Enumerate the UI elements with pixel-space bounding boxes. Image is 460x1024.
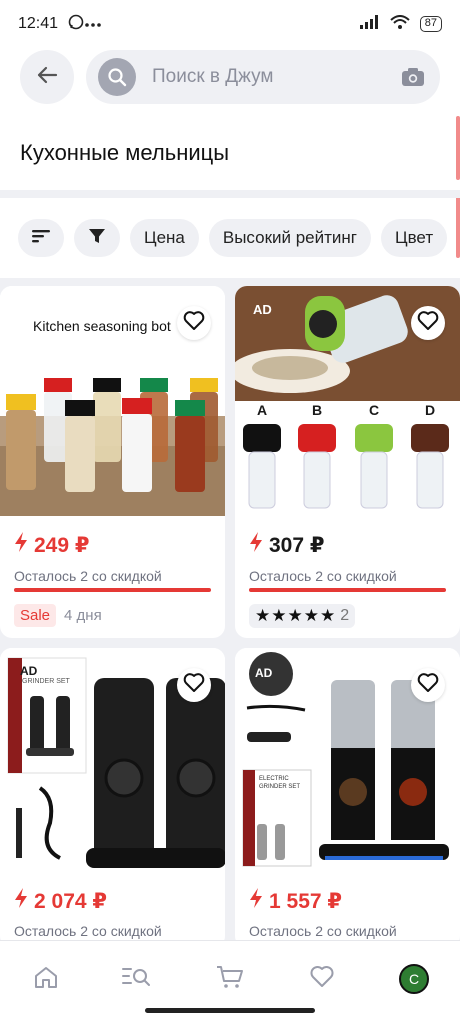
price-chip[interactable]: Цена (130, 219, 199, 257)
favorites-icon (309, 965, 335, 994)
product-card[interactable]: AD ELECTRIC GRINDER SET 1 557 ₽ Осталось… (235, 648, 460, 948)
product-card[interactable]: A B C D AD 307 ₽ Осталось 2 со скидкой ★… (235, 286, 460, 638)
catalog-icon (121, 966, 151, 993)
stock-text: Осталось 2 со скидкой (249, 568, 397, 584)
profile-icon: С (399, 964, 429, 994)
box-text: GRINDER SET (259, 784, 301, 790)
home-icon (33, 965, 59, 994)
product-price: 249 ₽ (14, 532, 89, 558)
favorite-button[interactable] (177, 306, 211, 340)
heart-icon (183, 672, 205, 698)
battery-indicator: 87 (419, 16, 442, 32)
filter-chips: Цена Высокий рейтинг Цвет (18, 219, 460, 257)
dots-icon (84, 15, 102, 33)
price-value: 1 557 ₽ (269, 889, 342, 913)
back-arrow-icon (36, 64, 58, 91)
stock-text: Осталось 2 со скидкой (249, 923, 397, 939)
variant-label: C (369, 402, 380, 418)
nav-home[interactable] (28, 961, 64, 997)
sort-button[interactable] (18, 219, 64, 257)
camera-icon[interactable] (398, 62, 428, 92)
price-value: 249 ₽ (34, 533, 90, 557)
variant-label: A (257, 402, 268, 418)
rating-badge: ★★★★★ 2 (249, 604, 356, 628)
stock-bar (14, 588, 211, 592)
filter-icon (88, 227, 106, 250)
home-indicator (145, 1008, 315, 1013)
lightning-icon (14, 532, 28, 558)
favorite-button[interactable] (177, 668, 211, 702)
product-price: 307 ₽ (249, 532, 324, 558)
image-caption: Kitchen seasoning bot (33, 318, 171, 334)
profile-initial: С (408, 971, 420, 987)
heart-icon (417, 672, 439, 698)
ad-badge: AD (255, 666, 273, 680)
heart-icon (183, 310, 205, 336)
search-input[interactable]: Поиск в Джум (152, 66, 398, 88)
nav-favorites[interactable] (304, 961, 340, 997)
product-card[interactable]: AD GRINDER SET 2 074 ₽ Осталось 2 со ски… (0, 648, 225, 948)
search-icon (98, 58, 136, 96)
signal-icon (359, 14, 380, 34)
filter-button[interactable] (74, 219, 120, 257)
variant-label: D (425, 402, 436, 418)
favorite-button[interactable] (411, 668, 445, 702)
heart-icon (417, 310, 439, 336)
stock-text: Осталось 2 со скидкой (14, 568, 162, 584)
price-value: 307 ₽ (269, 533, 325, 557)
search-bar[interactable]: Поиск в Джум (86, 50, 440, 104)
variant-label: B (312, 402, 323, 418)
nav-catalog[interactable] (118, 961, 154, 997)
favorite-button[interactable] (411, 306, 445, 340)
rating-chip[interactable]: Высокий рейтинг (208, 219, 372, 257)
stock-bar (249, 588, 446, 592)
lightning-icon (249, 888, 263, 914)
status-time: 12:41 (18, 15, 59, 32)
nav-profile[interactable]: С (396, 961, 432, 997)
lightning-icon (249, 532, 263, 558)
price-value: 2 074 ₽ (34, 889, 107, 913)
status-bar: 12:41 87 (0, 0, 460, 48)
divider (0, 190, 460, 198)
box-text: ELECTRIC (259, 776, 289, 782)
ad-badge: AD (20, 664, 38, 678)
product-price: 1 557 ₽ (249, 888, 342, 914)
sale-row: Sale 4 дня (14, 604, 102, 627)
star-icons: ★★★★★ (255, 606, 337, 625)
sale-badge: Sale (14, 604, 57, 627)
sale-days: 4 дня (64, 607, 102, 624)
rating-count: 2 (340, 607, 350, 624)
sort-icon (31, 228, 51, 249)
product-grid: Kitchen seasoning bot 249 ₽ Осталось 2 с… (0, 278, 460, 948)
product-card[interactable]: Kitchen seasoning bot 249 ₽ Осталось 2 с… (0, 286, 225, 638)
box-text: GRINDER SET (22, 678, 70, 685)
back-button[interactable] (20, 50, 74, 104)
color-chip[interactable]: Цвет (381, 219, 448, 257)
wifi-icon (390, 14, 410, 34)
nav-cart[interactable] (212, 961, 248, 997)
page-title: Кухонные мельницы (20, 140, 230, 165)
ad-badge: AD (253, 302, 272, 317)
product-price: 2 074 ₽ (14, 888, 107, 914)
whatsapp-icon (68, 14, 84, 35)
stock-text: Осталось 2 со скидкой (14, 923, 162, 939)
lightning-icon (14, 888, 28, 914)
cart-icon (216, 965, 244, 994)
edge-indicator (456, 116, 460, 180)
